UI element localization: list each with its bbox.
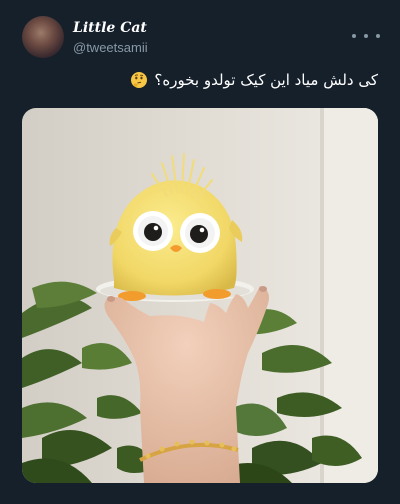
- thinking-face-emoji-icon: [131, 72, 147, 88]
- chick-cake-photo: [22, 108, 378, 483]
- display-name[interactable]: Little Cat: [73, 20, 147, 36]
- tweet-text: کی دلش میاد این کیک تولدو بخوره؟: [154, 71, 378, 89]
- avatar[interactable]: [22, 16, 64, 58]
- user-handle[interactable]: @tweetsamii: [73, 40, 148, 55]
- tweet-photo[interactable]: [22, 108, 378, 483]
- tweet-text-line: کی دلش میاد این کیک تولدو بخوره؟: [0, 68, 400, 94]
- more-options-button[interactable]: [352, 26, 380, 46]
- tweet-card: Little Cat @tweetsamii کی دلش میاد این ک…: [0, 0, 400, 504]
- more-dots-icon: [352, 34, 356, 38]
